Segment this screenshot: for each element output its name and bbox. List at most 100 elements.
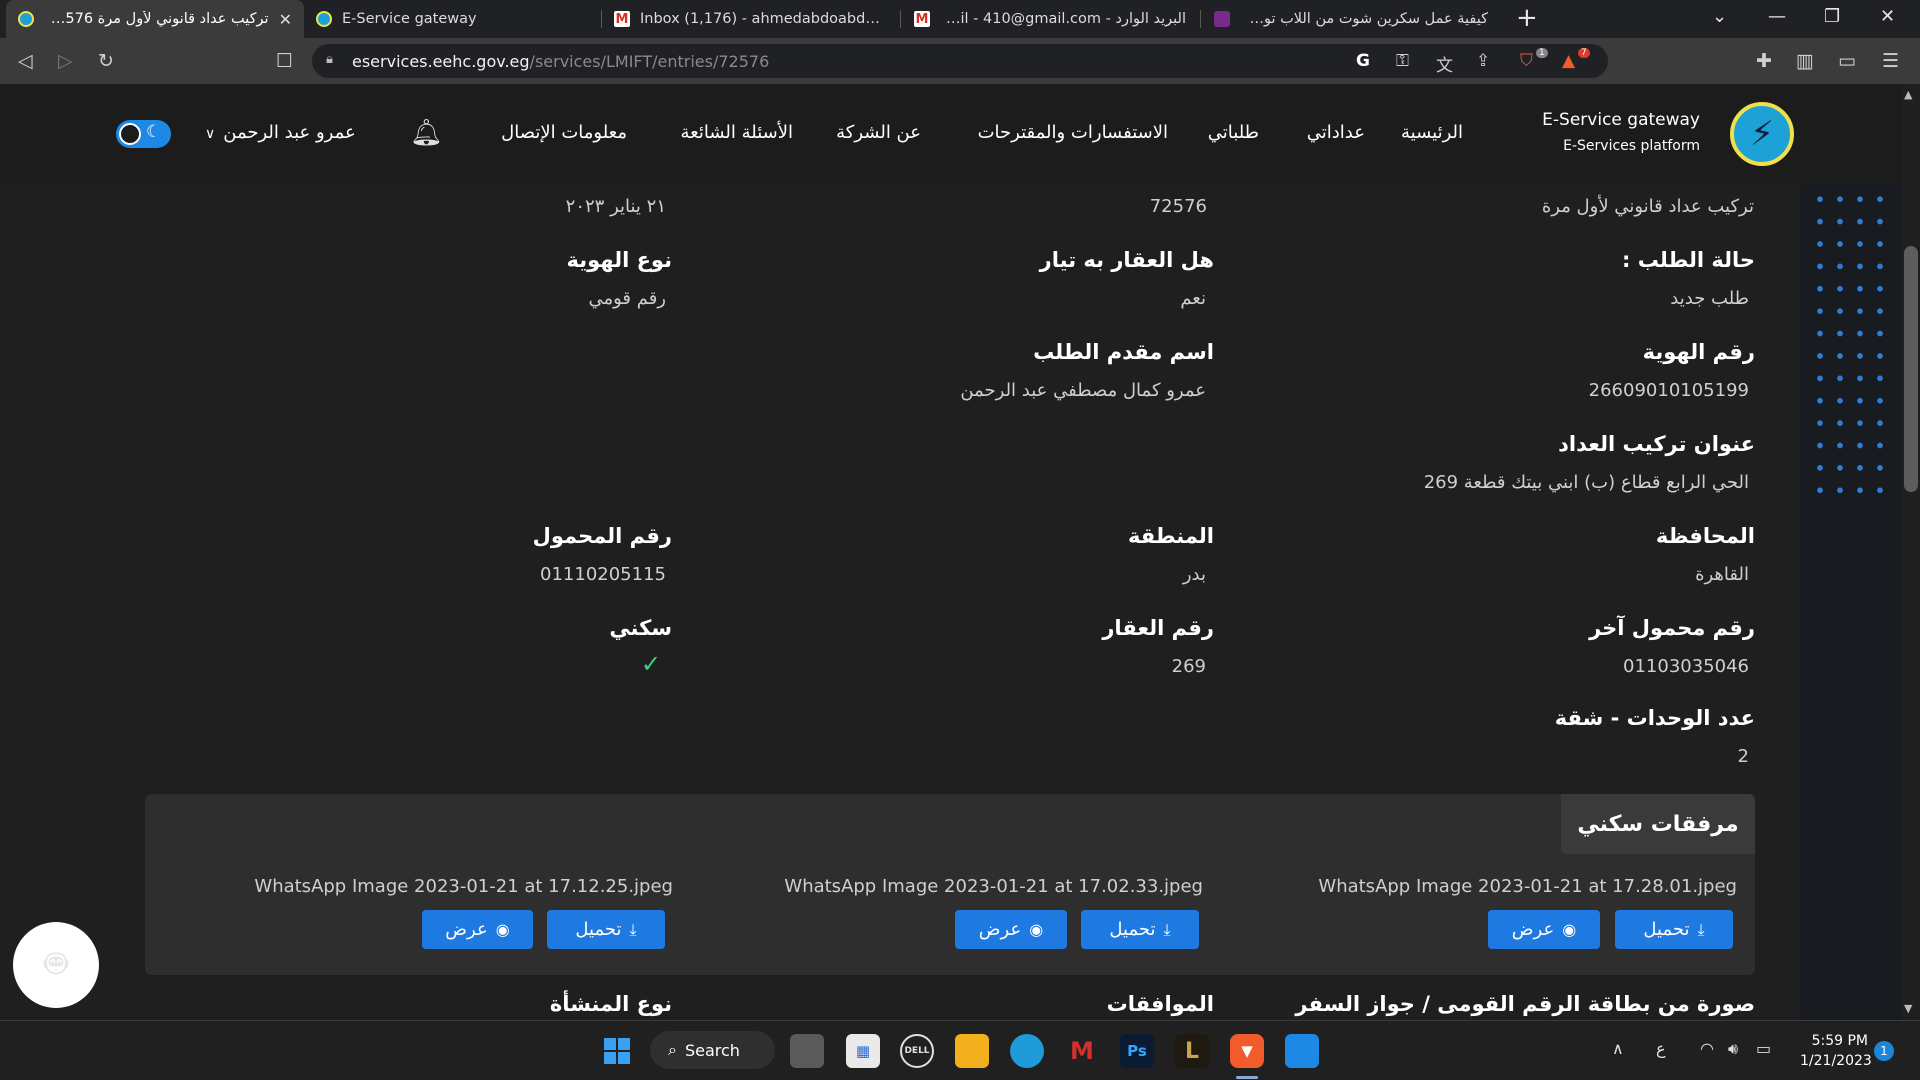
input-language[interactable]: ع — [1656, 1039, 1666, 1058]
system-clock[interactable]: 5:59 PM 1/21/2023 — [1800, 1031, 1872, 1071]
scroll-up-icon[interactable]: ▲ — [1904, 88, 1912, 101]
google-icon[interactable]: G — [1356, 51, 1370, 71]
nav-my-meters[interactable]: عداداتي — [1307, 122, 1365, 143]
league-of-legends-icon[interactable]: L — [1175, 1034, 1209, 1068]
facility-type-label: نوع المنشأة — [549, 992, 672, 1016]
dell-icon[interactable]: DELL — [900, 1034, 934, 1068]
close-window-icon[interactable]: ✕ — [1880, 6, 1895, 27]
photoshop-icon[interactable]: Ps — [1120, 1034, 1154, 1068]
applicant-label: اسم مقدم الطلب — [1033, 340, 1214, 364]
download-label: تحميل — [1109, 919, 1156, 940]
service-name-value: تركيب عداد قانوني لأول مرة — [1541, 196, 1754, 217]
task-view-icon[interactable] — [790, 1034, 824, 1068]
wifi-icon[interactable]: ◠ — [1700, 1039, 1714, 1058]
download-button[interactable]: تحميل ⤓ — [1615, 910, 1733, 949]
tab-current[interactable]: تركيب عداد قانوني لأول مرة 72576 's ✕ — [6, 0, 304, 38]
nav-contact[interactable]: معلومات الإتصال — [501, 122, 627, 143]
property-number-value: 269 — [1171, 656, 1206, 677]
site-logo[interactable]: ⚡ — [1730, 102, 1794, 166]
mobile-label: رقم المحمول — [532, 524, 672, 548]
mcafee-icon[interactable]: M — [1065, 1034, 1099, 1068]
sidebar-icon[interactable]: ▥ — [1796, 50, 1814, 72]
gmail-icon: M — [614, 11, 630, 27]
brave-browser-icon[interactable]: ▼ — [1230, 1034, 1264, 1068]
tab-separator — [1200, 10, 1201, 28]
site-header: ⚡ E-Service gateway E-Services platform … — [0, 84, 1920, 183]
active-app-indicator — [1236, 1076, 1258, 1079]
key-icon[interactable]: ⚿ — [1396, 51, 1409, 71]
nav-my-requests[interactable]: طلباتي — [1208, 122, 1259, 143]
nav-faq[interactable]: الأسئلة الشائعة — [681, 122, 793, 143]
reload-icon[interactable]: ↻ — [98, 50, 114, 72]
tab-gmail-arabic[interactable]: M البريد الوارد - Gmail - 410@gmail.com — [902, 0, 1198, 38]
governorate-value: القاهرة — [1695, 564, 1749, 585]
address-value: الحي الرابع قطاع (ب) ابني بيتك قطعة 269 — [1423, 472, 1749, 493]
tab-screenshot-article[interactable]: كيفية عمل سكرين شوت من اللاب توب و — [1202, 0, 1500, 38]
view-label: عرض — [978, 919, 1022, 940]
request-date-value: ٢١ يناير ٢٠٢٣ — [565, 196, 666, 217]
has-power-value: نعم — [1180, 288, 1206, 309]
minimize-icon[interactable]: — — [1768, 6, 1786, 27]
volume-icon[interactable]: 🔊︎ — [1728, 1039, 1738, 1059]
scrollbar-thumb[interactable] — [1904, 246, 1918, 492]
back-icon[interactable]: ◁ — [18, 50, 33, 72]
notepad-icon[interactable] — [1285, 1034, 1319, 1068]
attachments-title: مرفقات سكني — [1561, 794, 1755, 854]
windows-taskbar: ⌕ Search ▦ DELL M Ps L ▼ ∧ ع ◠ 🔊︎ ▭ 5:59 … — [0, 1020, 1920, 1080]
view-button[interactable]: عرض ◉ — [422, 910, 533, 949]
tab-search-chevron-icon[interactable]: ⌄ — [1712, 6, 1727, 27]
microsoft-store-icon[interactable]: ▦ — [846, 1034, 880, 1068]
chatbot-robot-icon[interactable]: 🤖︎ — [13, 922, 99, 1008]
download-button[interactable]: تحميل ⤓ — [547, 910, 665, 949]
url-text[interactable]: eservices.eehc.gov.eg/services/LMIFT/ent… — [352, 52, 769, 71]
dark-mode-toggle[interactable]: ☾ — [116, 120, 171, 148]
download-label: تحميل — [575, 919, 622, 940]
tray-overflow-chevron-icon[interactable]: ∧ — [1612, 1039, 1624, 1058]
nav-inquiries[interactable]: الاستفسارات والمقترحات — [978, 122, 1168, 143]
scroll-down-icon[interactable]: ▼ — [1904, 1002, 1912, 1015]
brave-shields-icon[interactable]: ⛉ — [1520, 51, 1533, 71]
page-scrollbar[interactable] — [1902, 84, 1920, 1020]
edge-browser-icon[interactable] — [1010, 1034, 1044, 1068]
tab-eservice[interactable]: E-Service gateway — [304, 0, 600, 38]
bookmark-icon[interactable]: ☐ — [276, 50, 293, 72]
governorate-label: المحافظة — [1655, 524, 1755, 548]
share-icon[interactable]: ⇪ — [1476, 51, 1490, 71]
site-favicon-icon — [18, 11, 34, 27]
url-host: eservices.eehc.gov.eg — [352, 52, 530, 71]
nav-about[interactable]: عن الشركة — [836, 122, 921, 143]
id-number-value: 26609010105199 — [1588, 380, 1749, 401]
download-button[interactable]: تحميل ⤓ — [1081, 910, 1199, 949]
view-button[interactable]: عرض ◉ — [1488, 910, 1600, 949]
address-bar[interactable]: 🔒︎ eservices.eehc.gov.eg/services/LMIFT/… — [312, 44, 1608, 78]
area-label: المنطقة — [1127, 524, 1214, 548]
eye-icon: ◉ — [1562, 920, 1577, 939]
tab-gmail-inbox[interactable]: M Inbox (1,176) - ahmedabdoabdo516@ — [602, 0, 898, 38]
eye-icon: ◉ — [1029, 920, 1044, 939]
view-button[interactable]: عرض ◉ — [955, 910, 1067, 949]
notification-count-badge[interactable]: 1 — [1874, 1041, 1894, 1061]
windows-start-icon[interactable] — [600, 1034, 634, 1068]
file-explorer-icon[interactable] — [955, 1034, 989, 1068]
tab-title: كيفية عمل سكرين شوت من اللاب توب و — [1240, 11, 1488, 27]
brave-rewards-icon[interactable]: ▲ — [1562, 51, 1575, 71]
address-label: عنوان تركيب العداد — [1558, 432, 1755, 456]
close-tab-icon[interactable]: ✕ — [279, 10, 292, 29]
battery-icon[interactable]: ▭ — [1756, 1039, 1771, 1058]
restore-icon[interactable]: ❐ — [1824, 6, 1840, 27]
wallet-icon[interactable]: ▭ — [1838, 50, 1856, 72]
notifications-bell-icon[interactable]: 🔔︎ — [410, 118, 443, 148]
taskbar-search[interactable]: ⌕ Search — [650, 1031, 775, 1069]
extensions-icon[interactable]: ✚ — [1756, 50, 1772, 72]
has-power-label: هل العقار به تيار — [1039, 248, 1214, 272]
translate-icon[interactable]: 文 — [1436, 51, 1453, 76]
nav-home[interactable]: الرئيسية — [1401, 122, 1463, 143]
menu-icon[interactable]: ☰ — [1882, 50, 1899, 72]
request-number-value: 72576 — [1149, 196, 1207, 217]
forward-icon[interactable]: ▷ — [58, 50, 73, 72]
user-menu[interactable]: ∨ عمرو عبد الرحمن — [205, 122, 356, 143]
checkmark-icon: ✓ — [641, 650, 662, 678]
new-tab-icon[interactable]: + — [1516, 3, 1538, 33]
status-label: حالة الطلب : — [1621, 248, 1755, 272]
applicant-value: عمرو كمال مصطفي عبد الرحمن — [960, 380, 1206, 401]
